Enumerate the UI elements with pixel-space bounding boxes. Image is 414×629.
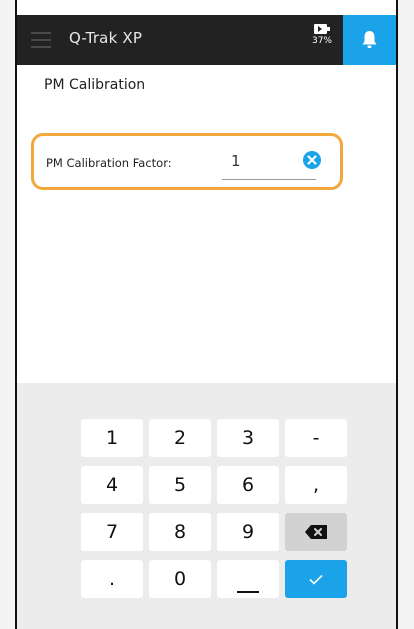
app-title: Q-Trak XP	[69, 29, 143, 47]
keypad: 1 2 3 - 4 5 6 , 7 8 9 . 0	[17, 383, 396, 629]
checkmark-icon	[309, 574, 323, 585]
key-6[interactable]: 6	[217, 466, 279, 504]
key-0[interactable]: 0	[149, 560, 211, 598]
menu-icon[interactable]	[31, 32, 51, 48]
notifications-button[interactable]	[343, 15, 396, 65]
key-8[interactable]: 8	[149, 513, 211, 551]
key-4[interactable]: 4	[81, 466, 143, 504]
key-underscore[interactable]	[217, 560, 279, 598]
confirm-button[interactable]	[285, 560, 347, 598]
battery-percent: 37%	[311, 36, 332, 46]
underscore-glyph	[237, 591, 259, 593]
key-7[interactable]: 7	[81, 513, 143, 551]
key-minus[interactable]: -	[285, 419, 347, 457]
key-dot[interactable]: .	[81, 560, 143, 598]
key-1[interactable]: 1	[81, 419, 143, 457]
key-9[interactable]: 9	[217, 513, 279, 551]
key-comma[interactable]: ,	[285, 466, 347, 504]
key-5[interactable]: 5	[149, 466, 211, 504]
page-title: PM Calibration	[44, 77, 146, 93]
clear-button[interactable]	[303, 151, 321, 169]
top-bar: Q-Trak XP 37%	[17, 15, 396, 65]
key-2[interactable]: 2	[149, 419, 211, 457]
battery-icon	[314, 24, 330, 34]
field-label: PM Calibration Factor:	[46, 156, 172, 170]
calibration-field-row: PM Calibration Factor:	[31, 133, 343, 190]
clear-icon	[307, 155, 317, 165]
backspace-icon	[305, 525, 327, 539]
key-3[interactable]: 3	[217, 419, 279, 457]
bell-icon	[362, 31, 377, 48]
backspace-button[interactable]	[285, 513, 347, 551]
device-frame: Q-Trak XP 37% PM Calibration PM Calibrat…	[15, 0, 398, 629]
input-underline	[222, 179, 316, 180]
battery-indicator: 37%	[302, 24, 342, 46]
